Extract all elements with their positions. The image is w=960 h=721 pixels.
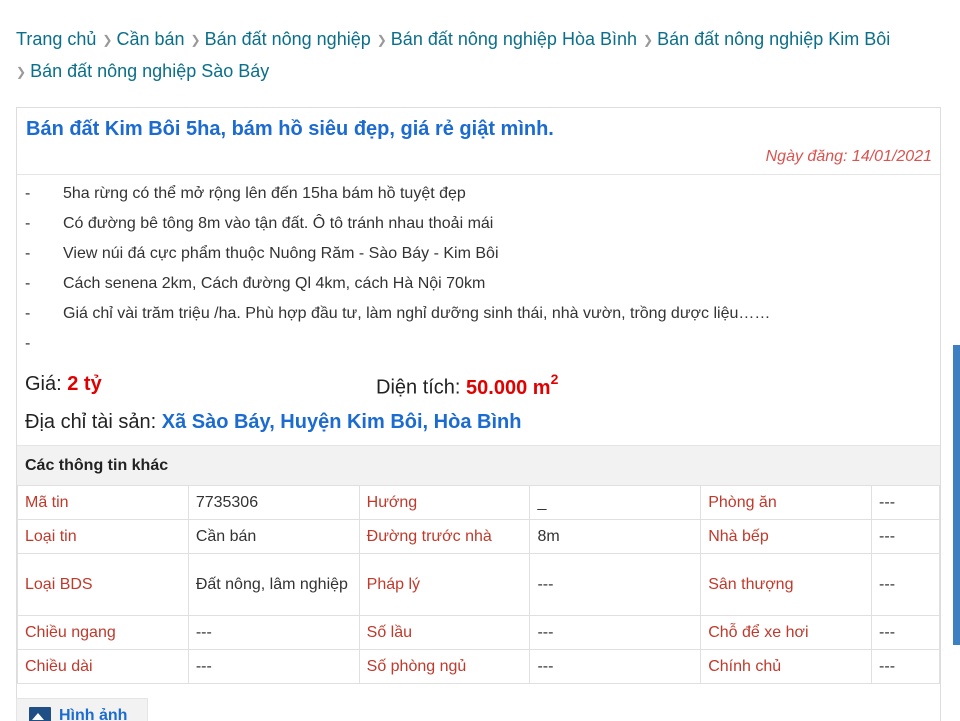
description-line: - Cách senena 2km, Cách đường Ql 4km, các… (25, 275, 486, 292)
price-value: 2 tỷ (67, 373, 102, 395)
field-value: Cần bán (187, 519, 360, 554)
image-icon (29, 707, 51, 721)
table-row: Chiều dài --- Số phòng ngủ --- Chính chủ… (17, 649, 940, 684)
breadcrumb-agricultural-land[interactable]: Bán đất nông nghiệp (205, 29, 371, 49)
field-label: Số lầu (358, 615, 531, 650)
field-label: Sân thượng (700, 553, 873, 616)
field-label: Loại BDS (17, 553, 189, 616)
field-label: Mã tin (17, 485, 189, 520)
field-label: Nhà bếp (700, 519, 873, 554)
scrollbar[interactable] (953, 345, 960, 645)
posted-date: Ngày đăng: 14/01/2021 (766, 148, 932, 166)
field-value: 7735306 (187, 485, 360, 520)
area-unit-superscript: 2 (550, 371, 559, 387)
breadcrumb: Trang chủ ❯ Cần bán ❯ Bán đất nông nghiệp ❯ Bá… (16, 24, 952, 88)
area: Diện tích: 50.000 m2 (376, 371, 559, 400)
field-value: --- (187, 649, 360, 684)
field-label: Chỗ để xe hơi (700, 615, 873, 650)
listing-description: -5ha rừng có thể mở rộng lên đến 15ha bá… (25, 179, 925, 359)
field-label: Chính chủ (700, 649, 873, 684)
other-info-table: Mã tin 7735306 Hướng _ Phòng ăn --- Loại… (17, 485, 940, 684)
field-label: Pháp lý (358, 553, 531, 616)
breadcrumb-home[interactable]: Trang chủ (16, 29, 96, 49)
description-line: - View núi đá cực phẩm thuộc Nuông Răm - … (25, 245, 499, 262)
field-value: --- (871, 519, 940, 554)
listing-title: Bán đất Kim Bôi 5ha, bám hồ siêu đẹp, gi… (26, 118, 554, 140)
field-value: --- (871, 553, 940, 616)
area-label: Diện tích: (376, 376, 461, 399)
field-value: --- (187, 615, 360, 650)
images-tab[interactable]: Hình ảnh (16, 698, 148, 721)
address-label: Địa chỉ tài sản: (25, 411, 157, 433)
listing-card: Bán đất Kim Bôi 5ha, bám hồ siêu đẹp, gi… (16, 107, 941, 721)
field-value: --- (529, 649, 702, 684)
breadcrumb-for-sale[interactable]: Cần bán (116, 29, 184, 49)
description-line: - (25, 335, 31, 352)
price-area-row: Giá: 2 tỷ Diện tích: 50.000 m2 (25, 370, 925, 400)
description-line: - Có đường bê tông 8m vào tận đất. Ô tô t… (25, 215, 494, 232)
field-value: --- (529, 553, 702, 616)
posted-date-value: 14/01/2021 (851, 148, 932, 165)
field-label: Chiều ngang (17, 615, 189, 650)
chevron-right-icon: ❯ (190, 33, 201, 47)
chevron-right-icon: ❯ (16, 65, 27, 79)
table-row: Loại tin Cần bán Đường trước nhà 8m Nhà … (17, 519, 940, 554)
divider (17, 174, 940, 175)
field-value: --- (871, 649, 940, 684)
field-value: --- (871, 615, 940, 650)
field-label: Số phòng ngủ (358, 649, 531, 684)
area-value: 50.000 m2 (466, 371, 559, 399)
field-label: Đường trước nhà (358, 519, 531, 554)
field-value: Đất nông, lâm nghiệp (187, 553, 360, 616)
table-row: Chiều ngang --- Số lầu --- Chỗ để xe hơi… (17, 615, 940, 650)
address: Địa chỉ tài sản: Xã Sào Báy, Huyện Kim B… (25, 411, 521, 434)
chevron-right-icon: ❯ (643, 33, 654, 47)
field-label: Phòng ăn (700, 485, 873, 520)
breadcrumb-hoa-binh[interactable]: Bán đất nông nghiệp Hòa Bình (391, 29, 637, 49)
chevron-right-icon: ❯ (376, 33, 387, 47)
field-label: Hướng (358, 485, 531, 520)
address-value[interactable]: Xã Sào Báy, Huyện Kim Bôi, Hòa Bình (162, 411, 522, 433)
breadcrumb-kim-boi[interactable]: Bán đất nông nghiệp Kim Bôi (657, 29, 890, 49)
breadcrumb-sao-bay[interactable]: Bán đất nông nghiệp Sào Báy (30, 61, 269, 81)
chevron-right-icon: ❯ (102, 33, 113, 47)
field-label: Chiều dài (17, 649, 189, 684)
price: Giá: 2 tỷ (25, 373, 102, 396)
field-label: Loại tin (17, 519, 189, 554)
field-value: _ (529, 485, 702, 520)
images-tab-label: Hình ảnh (59, 707, 128, 721)
field-value: --- (871, 485, 940, 520)
field-value: --- (529, 615, 702, 650)
table-row: Mã tin 7735306 Hướng _ Phòng ăn --- (17, 485, 940, 520)
other-info-heading: Các thông tin khác (17, 445, 940, 485)
description-line: - Giá chỉ vài trăm triệu /ha. Phù hợp đầu… (25, 305, 771, 322)
posted-date-label: Ngày đăng: (765, 148, 848, 165)
description-line: -5ha rừng có thể mở rộng lên đến 15ha bá… (25, 185, 466, 202)
table-row: Loại BDS Đất nông, lâm nghiệp Pháp lý --… (17, 553, 940, 616)
field-value: 8m (529, 519, 702, 554)
price-label: Giá: (25, 373, 62, 395)
